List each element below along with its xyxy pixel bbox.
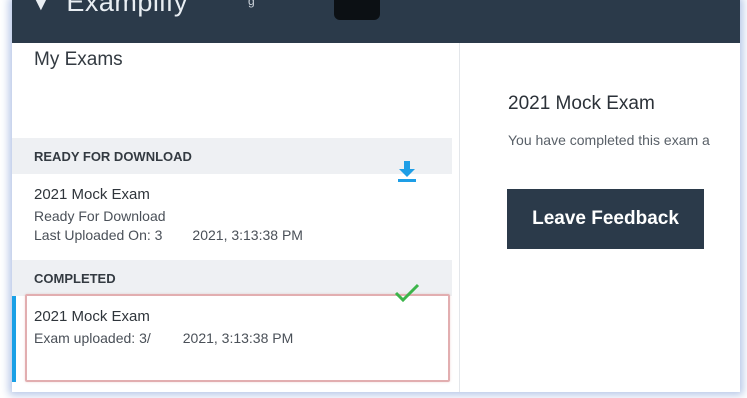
exam-status-text: You have completed this exam a <box>508 132 710 148</box>
item-title: 2021 Mock Exam <box>34 308 150 325</box>
top-bar-tab <box>334 0 380 20</box>
item-status: Ready For Download <box>34 208 166 224</box>
item-detail-prefix: Exam uploaded: 3/ <box>34 330 151 346</box>
sidebar-title: My Exams <box>34 49 123 70</box>
app-window: ▼ Examplify g My Exams READY FOR DOWNLOA… <box>12 0 740 392</box>
list-item-ready-mock-exam[interactable]: 2021 Mock Exam Ready For Download Last U… <box>12 174 452 260</box>
list-item-completed-mock-exam[interactable]: 2021 Mock Exam Exam uploaded: 3/2021, 3:… <box>12 296 452 382</box>
brand: ▼ Examplify <box>32 0 188 18</box>
top-bar: ▼ Examplify g <box>12 0 740 43</box>
item-title: 2021 Mock Exam <box>34 186 150 203</box>
brand-suffix: g <box>248 0 255 8</box>
item-detail: Last Uploaded On: 3 2021, 3:13:38 PM <box>34 227 303 243</box>
section-header-completed: COMPLETED <box>12 260 452 296</box>
brand-name: Examplify <box>66 0 188 17</box>
leave-feedback-button[interactable]: Leave Feedback <box>507 189 704 249</box>
check-icon <box>394 283 420 303</box>
download-icon[interactable] <box>396 160 418 182</box>
item-detail-prefix: Last Uploaded On: 3 <box>34 227 163 243</box>
chevron-down-icon[interactable]: ▼ <box>32 0 50 15</box>
item-detail-suffix: 2021, 3:13:38 PM <box>182 330 294 346</box>
item-detail-suffix: 2021, 3:13:38 PM <box>192 227 303 243</box>
exam-title: 2021 Mock Exam <box>508 93 655 114</box>
section-header-ready: READY FOR DOWNLOAD <box>12 138 452 174</box>
item-detail: Exam uploaded: 3/2021, 3:13:38 PM <box>34 330 293 346</box>
